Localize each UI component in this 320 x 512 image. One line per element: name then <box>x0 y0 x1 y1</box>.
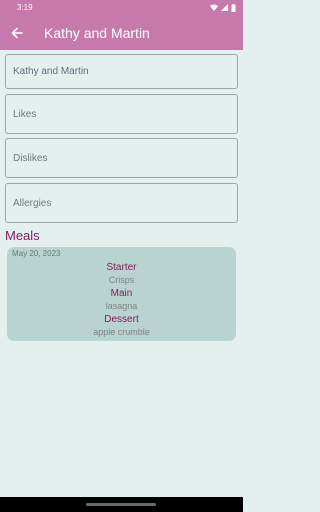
status-icons <box>210 3 236 12</box>
page-title: Kathy and Martin <box>44 24 150 41</box>
home-gesture-handle[interactable] <box>86 503 156 506</box>
main-label: Main <box>110 288 133 299</box>
starter-value: Crisps <box>108 275 135 285</box>
dislikes-field[interactable]: Dislikes <box>5 138 238 178</box>
arrow-left-icon <box>11 27 23 38</box>
meal-card[interactable]: May 20, 2023 Starter Crisps Main lasagna… <box>7 247 236 341</box>
dessert-value: apple crumble <box>93 327 150 337</box>
main-value: lasagna <box>105 301 138 311</box>
app-bar: Kathy and Martin <box>0 15 243 50</box>
likes-field-placeholder: Likes <box>13 108 37 120</box>
name-field[interactable]: Kathy and Martin <box>5 54 238 89</box>
navigation-bar <box>0 497 243 512</box>
dislikes-field-placeholder: Dislikes <box>13 152 48 164</box>
wifi-icon <box>210 4 218 11</box>
allergies-field[interactable]: Allergies <box>5 183 238 223</box>
status-time: 3:19 <box>17 3 33 12</box>
meal-courses: Starter Crisps Main lasagna Dessert appl… <box>7 261 236 339</box>
back-button[interactable] <box>0 15 34 50</box>
meal-date: May 20, 2023 <box>12 249 61 258</box>
battery-icon <box>231 3 236 12</box>
likes-field[interactable]: Likes <box>5 94 238 134</box>
dessert-label: Dessert <box>104 314 139 325</box>
name-field-value: Kathy and Martin <box>13 66 89 77</box>
meals-heading: Meals <box>5 228 40 243</box>
starter-label: Starter <box>106 262 137 273</box>
allergies-field-placeholder: Allergies <box>13 197 52 209</box>
status-bar: 3:19 <box>0 0 243 15</box>
signal-icon <box>221 4 228 11</box>
